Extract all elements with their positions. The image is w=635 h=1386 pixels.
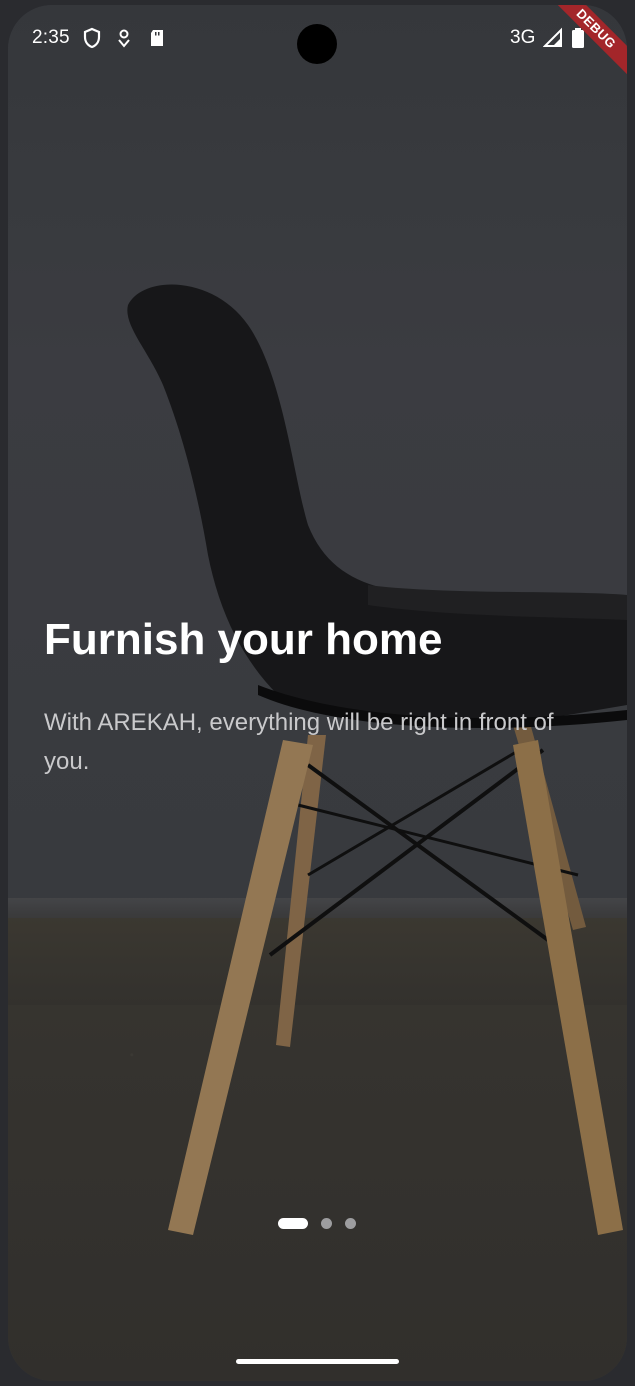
page-indicator-dot[interactable] — [345, 1217, 356, 1229]
page-indicator-dot-active[interactable] — [278, 1217, 308, 1229]
signal-icon — [543, 27, 562, 47]
status-bar: 2:35 3G DEBUG — [8, 5, 627, 83]
status-time: 2:35 — [32, 27, 70, 48]
onboarding-subtitle: With AREKAH, everything will be right in… — [44, 709, 554, 775]
sd-card-icon — [151, 30, 163, 46]
shield-icon — [83, 27, 101, 49]
camera-cutout — [297, 24, 337, 64]
page-indicator[interactable] — [278, 1217, 356, 1229]
image-dim-overlay — [8, 5, 627, 1381]
page-indicator-dot[interactable] — [321, 1217, 332, 1229]
location-icon — [118, 29, 130, 48]
network-type: 3G — [510, 27, 536, 48]
phone-screen: 2:35 3G DEBUG Furnish your home With ARE… — [8, 5, 627, 1381]
onboarding-title: Furnish your home — [44, 615, 443, 664]
home-indicator[interactable] — [236, 1359, 399, 1364]
